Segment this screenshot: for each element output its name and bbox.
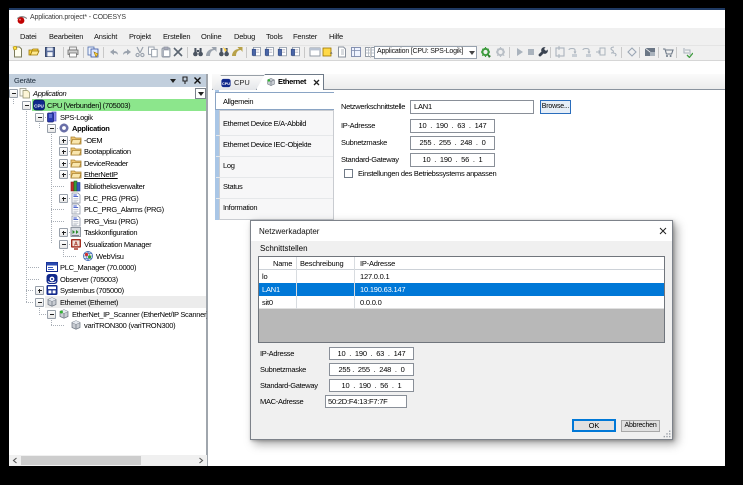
svg-text:A: A	[74, 242, 78, 248]
svg-text:CPU: CPU	[34, 103, 44, 108]
svg-text:CPU: CPU	[222, 82, 230, 86]
